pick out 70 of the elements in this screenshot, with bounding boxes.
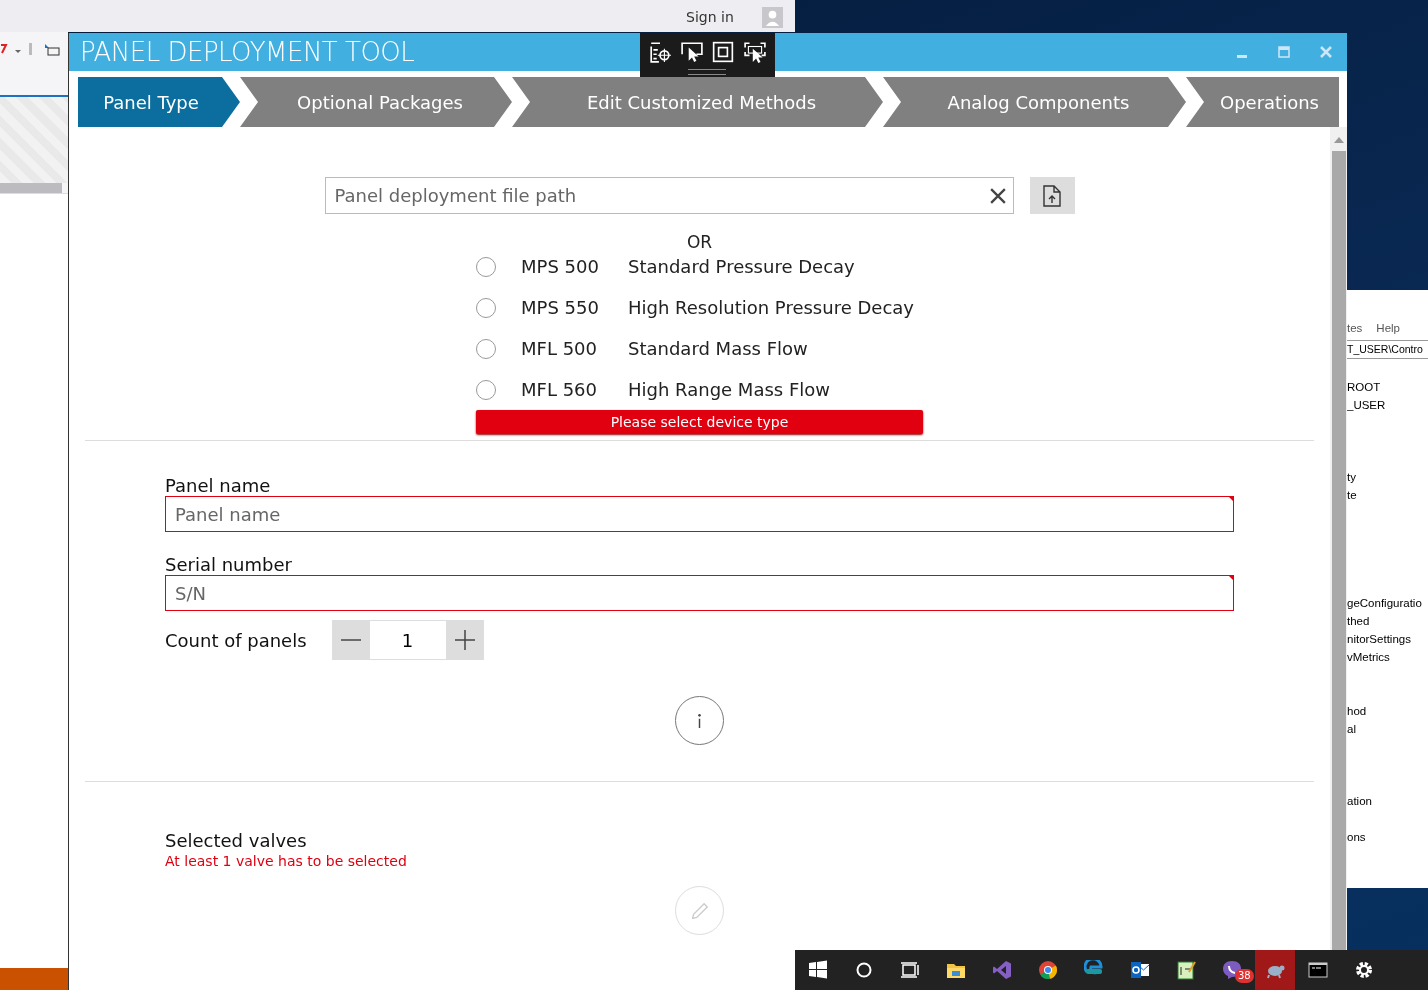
tree-item[interactable]: hod <box>1347 702 1428 720</box>
device-description: Standard Mass Flow <box>628 338 809 359</box>
info-button[interactable] <box>675 696 724 745</box>
tree-item[interactable]: ty <box>1347 468 1428 486</box>
pencil-icon <box>691 902 708 919</box>
menu-item[interactable]: Help <box>1376 322 1400 334</box>
field-label: Panel name <box>165 475 272 496</box>
wizard-step-tab[interactable]: Edit Customized Methods <box>512 77 883 127</box>
device-model: MFL 500 <box>521 338 598 359</box>
wizard-step-tab[interactable]: Analog Components <box>883 77 1186 127</box>
serial-number-field[interactable]: S/N <box>165 575 1234 611</box>
clear-icon[interactable] <box>989 188 1006 204</box>
device-model: MPS 500 <box>521 256 600 277</box>
error-corner-mark <box>1228 496 1234 502</box>
device-model: MFL 560 <box>521 379 598 400</box>
error-banner: Please select device type <box>476 410 923 434</box>
settings-icon[interactable] <box>1354 960 1374 980</box>
sign-in-link[interactable]: Sign in <box>686 9 734 25</box>
scrollbar[interactable] <box>0 183 62 193</box>
tree-item[interactable]: ation <box>1347 792 1428 810</box>
browse-button[interactable] <box>1029 177 1075 214</box>
panel-name-field[interactable]: Panel name <box>165 496 1234 532</box>
device-description: Standard Pressure Decay <box>628 256 856 277</box>
tree-item[interactable]: thed <box>1347 612 1428 630</box>
wizard-step-tab[interactable]: Optional Packages <box>240 77 512 127</box>
notification-badge: 38 <box>1235 969 1254 983</box>
minus-icon <box>340 639 361 641</box>
status-bar <box>0 968 68 990</box>
tree-item[interactable]: te <box>1347 486 1428 504</box>
file-path-field[interactable]: Panel deployment file path <box>324 177 1014 214</box>
search-icon[interactable] <box>854 960 874 980</box>
tree-item[interactable]: _USER <box>1347 396 1428 414</box>
wizard-step-tab[interactable]: Panel Type <box>78 77 240 127</box>
chrome-icon[interactable] <box>1038 960 1058 980</box>
tree-item[interactable]: ons <box>1347 828 1428 846</box>
drag-handle[interactable] <box>688 69 726 75</box>
document-icon <box>1042 184 1062 207</box>
tree-item[interactable]: vMetrics <box>1347 648 1428 666</box>
outlook-icon[interactable] <box>1130 960 1150 980</box>
device-description: High Range Mass Flow <box>628 379 831 400</box>
tree-item[interactable]: al <box>1347 720 1428 738</box>
tree-item[interactable]: geConfiguratio <box>1347 594 1428 612</box>
tree-item[interactable]: ROOT <box>1347 378 1428 396</box>
device-model: MPS 550 <box>521 297 600 318</box>
wizard-step-tab[interactable]: Operations <box>1186 77 1339 127</box>
menu-item[interactable]: tes <box>1347 322 1363 334</box>
info-icon <box>698 713 701 728</box>
decrement-button[interactable] <box>331 620 370 660</box>
task-view-icon[interactable] <box>900 960 920 980</box>
count-field[interactable]: 1 <box>369 620 446 660</box>
or-label: OR <box>685 232 714 252</box>
count-label: Count of panels <box>165 629 307 651</box>
tree-item[interactable]: nitorSettings <box>1347 630 1428 648</box>
field-label: Serial number <box>165 554 293 575</box>
window-title: PANEL DEPLOYMENT TOOL <box>80 37 415 67</box>
validation-message: At least 1 valve has to be selected <box>165 853 408 869</box>
toolbar-icon[interactable] <box>0 41 62 57</box>
error-corner-mark <box>1228 575 1234 581</box>
plus-icon <box>454 630 475 650</box>
visual-studio-icon[interactable] <box>992 960 1012 980</box>
frame-icon[interactable] <box>712 41 735 63</box>
increment-button[interactable] <box>445 620 484 660</box>
terminal-icon[interactable] <box>1308 960 1328 980</box>
device-description: High Resolution Pressure Decay <box>628 297 915 318</box>
notepad-icon[interactable] <box>1176 960 1196 980</box>
windows-start-icon[interactable] <box>808 960 828 980</box>
section-title: Selected valves <box>165 830 308 851</box>
select-pointer-icon[interactable] <box>680 41 703 63</box>
display-layout-icon[interactable] <box>744 41 767 63</box>
element-picker-icon[interactable] <box>648 41 671 63</box>
